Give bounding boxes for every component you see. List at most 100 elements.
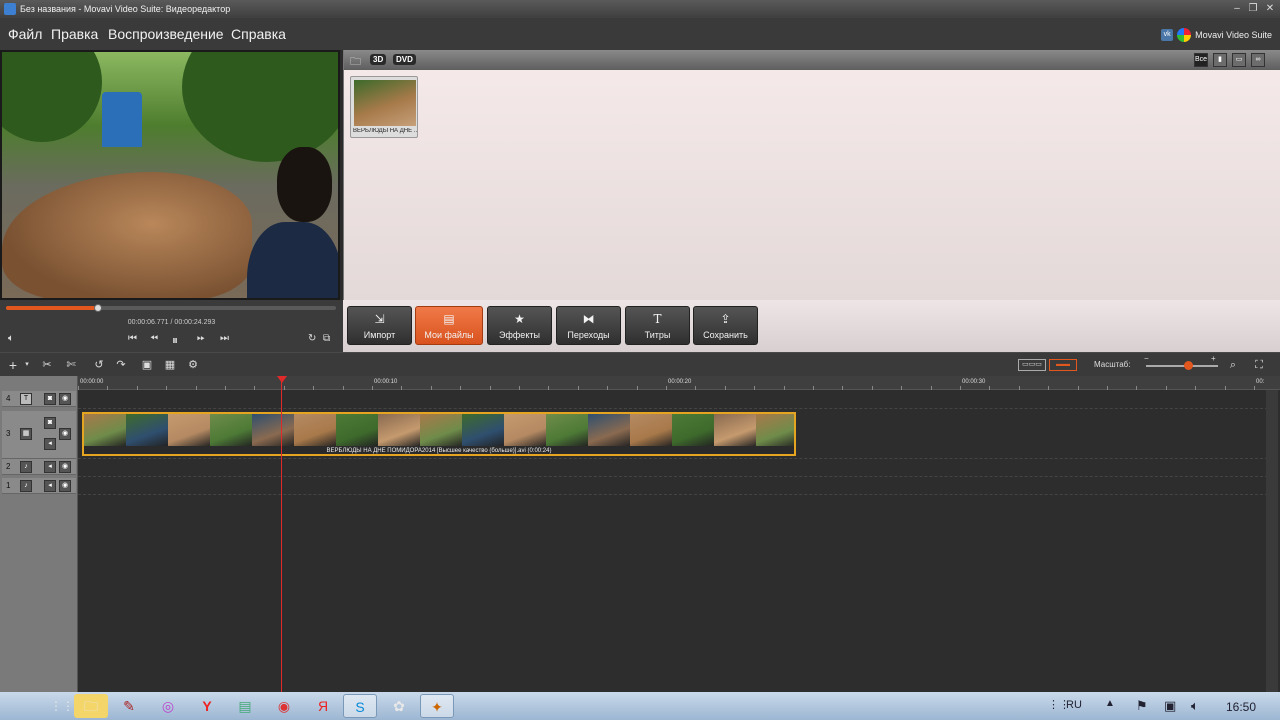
explorer-icon[interactable]: 🗀 bbox=[74, 694, 108, 718]
magnifier-icon[interactable]: ⌕ bbox=[1226, 358, 1240, 372]
seek-bar[interactable] bbox=[6, 304, 336, 312]
link-icon[interactable]: ∞ bbox=[1251, 53, 1265, 67]
folder-icon[interactable]: 🗀 bbox=[350, 53, 361, 72]
filter-all-button[interactable]: Все bbox=[1194, 53, 1208, 67]
camera-icon[interactable]: ◙ bbox=[44, 393, 56, 405]
window-icon[interactable]: ▭ bbox=[1232, 53, 1246, 67]
app-icon-1[interactable]: ✎ bbox=[112, 694, 146, 718]
volume-tray-icon[interactable]: 🔈︎ bbox=[1191, 698, 1199, 714]
show-apps-icon[interactable]: ⋮⋮ bbox=[50, 694, 74, 718]
cut-icon[interactable]: ✂ bbox=[40, 358, 54, 372]
maximize-button[interactable]: ❐ bbox=[1246, 2, 1260, 16]
music-icon[interactable]: ♪ bbox=[20, 480, 32, 492]
ruler-label: 00:00:10 bbox=[374, 379, 398, 385]
effects-button[interactable]: ★ Эффекты bbox=[487, 306, 552, 345]
rewind-icon[interactable]: ⏪︎ bbox=[150, 333, 158, 344]
split-icon[interactable]: ✄ bbox=[64, 358, 78, 372]
camera-icon[interactable]: ◙ bbox=[44, 417, 56, 429]
seek-bar-handle[interactable] bbox=[94, 304, 103, 312]
skip-end-icon[interactable]: ⏭︎ bbox=[220, 333, 229, 344]
language-indicator[interactable]: RU bbox=[1066, 699, 1082, 711]
eye-icon[interactable]: ◉ bbox=[59, 428, 71, 440]
zoom-in-icon[interactable]: + bbox=[1211, 354, 1216, 363]
close-button[interactable]: ✕ bbox=[1263, 2, 1277, 16]
preview-camel bbox=[2, 172, 252, 298]
menu-help[interactable]: Справка bbox=[231, 26, 286, 42]
film-track-icon[interactable]: ▦ bbox=[20, 428, 32, 440]
timeline-view-button[interactable]: ▬▬ bbox=[1049, 359, 1077, 371]
clip-frame bbox=[126, 414, 170, 446]
minimize-button[interactable]: – bbox=[1230, 2, 1244, 16]
skip-start-icon[interactable]: ⏮︎ bbox=[128, 333, 137, 344]
track-headers: 4 T ◙ ◉ 3 ▦ ◙ ◉ ◂ 2 ♪ ◂ ◉ 1 ♪ ◂ ◉ bbox=[0, 376, 78, 692]
dvd-button[interactable]: DVD bbox=[393, 54, 416, 65]
network-icon[interactable]: ▣ bbox=[1164, 698, 1176, 714]
rotate-icon[interactable]: ↺ bbox=[92, 358, 106, 372]
chevron-down-icon[interactable]: ▾ bbox=[20, 358, 34, 372]
library-item[interactable]: ВЕРБЛЮДЫ НА ДНЕ ... bbox=[350, 76, 418, 138]
menu-edit[interactable]: Правка bbox=[51, 26, 98, 42]
fit-icon[interactable]: ⛶ bbox=[1252, 358, 1266, 372]
pause-button[interactable]: ⏸︎ bbox=[172, 333, 178, 348]
playhead-handle[interactable] bbox=[277, 376, 287, 383]
skype-icon[interactable]: S bbox=[343, 694, 377, 718]
timecode: 00:00:06.771 / 00:00:24.293 bbox=[0, 319, 343, 326]
ruler-label: 00: bbox=[1256, 379, 1265, 385]
zoom-out-icon[interactable]: − bbox=[1144, 354, 1149, 363]
crop-icon[interactable]: ⧉ bbox=[323, 333, 330, 344]
tool-strip: ⇲ Импорт ▤ Мои файлы ★ Эффекты ⧓ Переход… bbox=[343, 300, 1280, 352]
add-icon[interactable]: + bbox=[6, 358, 20, 372]
yandex-icon[interactable]: Я bbox=[306, 694, 340, 718]
app-icon-2[interactable]: ◎ bbox=[151, 694, 185, 718]
save-button[interactable]: ⇪ Сохранить bbox=[693, 306, 758, 345]
redo-icon[interactable]: ↷ bbox=[114, 358, 128, 372]
yandex-browser-icon[interactable]: Y bbox=[190, 694, 224, 718]
tray-expand-icon[interactable]: ▲ bbox=[1105, 698, 1115, 709]
import-button[interactable]: ⇲ Импорт bbox=[347, 306, 412, 345]
3d-button[interactable]: 3D bbox=[370, 54, 387, 65]
video-preview[interactable] bbox=[0, 50, 340, 300]
eye-icon[interactable]: ◉ bbox=[59, 393, 71, 405]
fast-forward-icon[interactable]: ⏩︎ bbox=[197, 333, 205, 344]
speaker-icon[interactable]: ◂ bbox=[44, 438, 56, 450]
settings-icon[interactable]: ⚙ bbox=[186, 358, 200, 372]
notepad-icon[interactable]: ▤ bbox=[228, 694, 262, 718]
transitions-button[interactable]: ⧓ Переходы bbox=[556, 306, 621, 345]
speaker-icon[interactable]: ◂ bbox=[44, 461, 56, 473]
library-toolbar: 🗀 3D DVD Все ▮ ▭ ∞ bbox=[344, 50, 1280, 70]
speaker-icon[interactable]: ◂ bbox=[44, 480, 56, 492]
volume-icon[interactable]: 🔈︎ bbox=[8, 333, 14, 344]
vk-icon[interactable]: vk bbox=[1161, 29, 1174, 41]
flag-icon[interactable]: ⚑ bbox=[1136, 698, 1148, 714]
clip-frame bbox=[588, 414, 632, 446]
menu-playback[interactable]: Воспроизведение bbox=[108, 26, 224, 42]
video-editor-taskbar-icon[interactable]: ✦ bbox=[420, 694, 454, 718]
eye-icon[interactable]: ◉ bbox=[59, 461, 71, 473]
crop-clip-icon[interactable]: ▦ bbox=[163, 358, 177, 372]
zoom-label: Масштаб: bbox=[1094, 360, 1131, 369]
preview-person-head bbox=[277, 147, 332, 222]
properties-icon[interactable]: ▣ bbox=[140, 358, 154, 372]
timeline-ruler[interactable]: 00:00:00 00:00:10 00:00:20 00:00:30 00: bbox=[78, 376, 1280, 390]
menu-file[interactable]: Файл bbox=[8, 26, 42, 42]
music-icon[interactable]: ♪ bbox=[20, 461, 32, 473]
clock[interactable]: 16:50 bbox=[1226, 700, 1256, 714]
eye-icon[interactable]: ◉ bbox=[59, 480, 71, 492]
video-clip[interactable]: ВЕРБЛЮДЫ НА ДНЕ ПОМИДОРА2014 [Высшее кач… bbox=[82, 412, 796, 456]
my-files-button[interactable]: ▤ Мои файлы bbox=[415, 306, 483, 345]
movavi-taskbar-icon[interactable]: ✿ bbox=[382, 694, 416, 718]
menu-bar: Файл Правка Воспроизведение Справка vk M… bbox=[0, 18, 1280, 50]
playhead[interactable] bbox=[281, 380, 282, 692]
timeline-scrollbar[interactable] bbox=[1266, 390, 1278, 692]
chrome-icon[interactable]: ◉ bbox=[267, 694, 301, 718]
film-icon[interactable]: ▮ bbox=[1213, 53, 1227, 67]
titles-button[interactable]: T Титры bbox=[625, 306, 690, 345]
zoom-slider-handle[interactable] bbox=[1183, 361, 1193, 370]
brand[interactable]: vk Movavi Video Suite bbox=[1161, 28, 1272, 42]
zoom-slider[interactable] bbox=[1146, 365, 1218, 367]
titles-icon: T bbox=[653, 312, 662, 326]
loop-icon[interactable]: ↻ bbox=[308, 333, 316, 344]
save-icon: ⇪ bbox=[720, 312, 731, 326]
text-icon[interactable]: T bbox=[20, 393, 32, 405]
storyboard-view-button[interactable]: ▭▭▭ bbox=[1018, 359, 1046, 371]
